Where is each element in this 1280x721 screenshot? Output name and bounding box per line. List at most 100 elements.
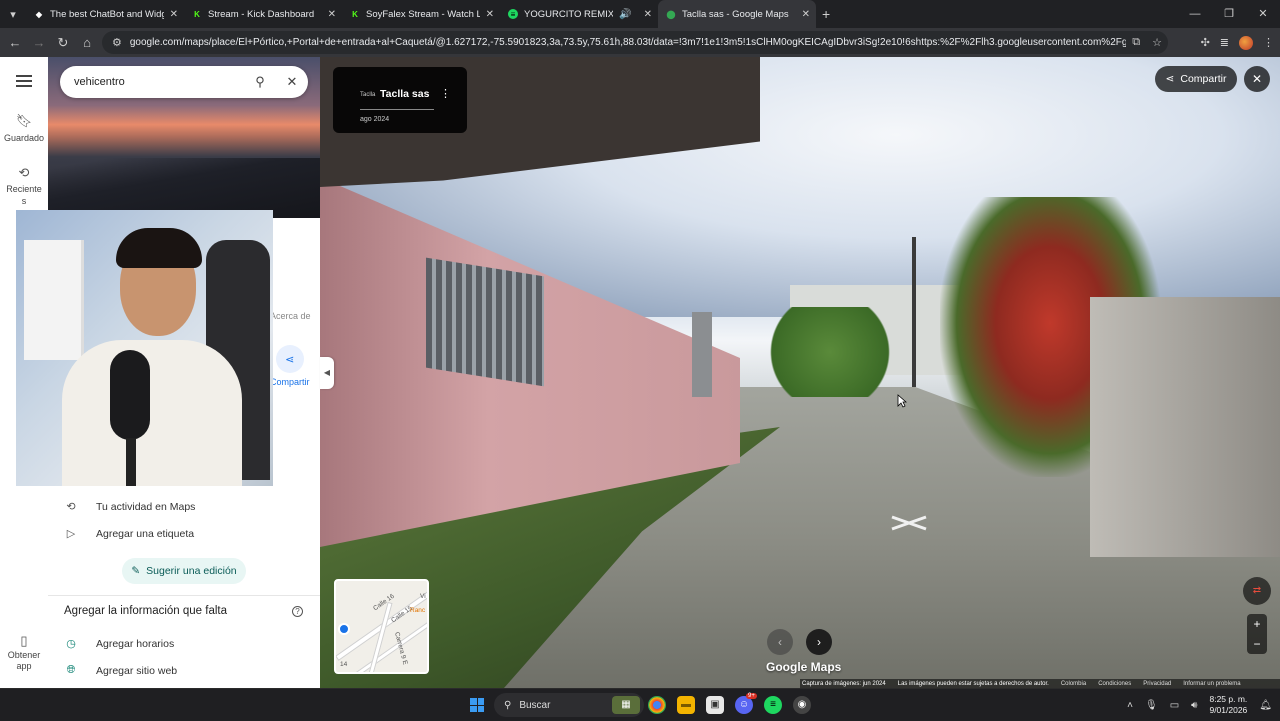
kick-icon: K [194, 9, 200, 19]
close-street-view-icon[interactable]: ✕ [1244, 66, 1270, 92]
notification-bell-icon[interactable]: 🔔︎ [1259, 700, 1272, 711]
rail-item-get-app[interactable]: ▯ Obtener app [0, 633, 48, 672]
row-maps-activity[interactable]: ⟲ Tu actividad en Maps [64, 500, 195, 514]
media-icon[interactable]: ≣ [1220, 36, 1229, 49]
place-title[interactable]: Taclla sas [380, 88, 429, 100]
bookmark-icon: 🔖︎ [15, 113, 33, 128]
capture-date[interactable]: ago 2024 [360, 116, 389, 123]
search-box[interactable]: vehicentro ⚲ ✕ [60, 66, 308, 98]
zoom-controls: + − [1247, 614, 1267, 654]
compass-icon[interactable]: ⇄ [1243, 577, 1271, 605]
back-icon[interactable]: ← [3, 35, 27, 50]
extensions-icon[interactable]: ✣ [1201, 36, 1210, 49]
more-options-icon[interactable]: ⋮ [440, 87, 451, 100]
reload-icon[interactable]: ↻ [51, 35, 75, 51]
tab-search-icon[interactable]: ▾ [0, 0, 26, 28]
rail-item-recent[interactable]: ⟲ Recientes [0, 166, 48, 207]
row-add-hours[interactable]: ◷ Agregar horarios [64, 637, 175, 651]
close-tab-icon[interactable]: ✕ [644, 9, 652, 20]
previous-button[interactable]: ‹ [767, 629, 793, 655]
country-link[interactable]: Colombia [1061, 681, 1086, 687]
sv-move-arrow-icon[interactable] [890, 515, 928, 531]
row-label: Agregar horarios [96, 637, 175, 650]
close-window-icon[interactable]: ✕ [1246, 0, 1280, 28]
close-tab-icon[interactable]: ✕ [486, 9, 494, 20]
maps-icon: ⬤ [666, 9, 676, 19]
zoom-in-icon[interactable]: + [1247, 614, 1267, 634]
copyright-text: Las imágenes pueden estar sujetas a dere… [897, 680, 1049, 687]
sv-tree [760, 307, 900, 397]
restore-icon[interactable]: ❐ [1212, 0, 1246, 28]
share-button[interactable]: ⋖ Compartir [1155, 66, 1237, 92]
suggest-label: Sugerir una edición [146, 565, 237, 577]
label-icon: ▷ [66, 528, 76, 540]
site-info-icon[interactable]: ⚙ [112, 36, 122, 49]
file-explorer-icon[interactable]: ▬ [677, 696, 695, 714]
rail-item-saved[interactable]: 🔖︎ Guardado [0, 113, 48, 143]
close-tab-icon[interactable]: ✕ [170, 9, 178, 20]
hamburger-menu-icon[interactable] [16, 75, 32, 87]
chrome-icon[interactable] [648, 696, 666, 714]
share-place-button[interactable]: ⋖ Compartir [270, 345, 310, 387]
address-bar[interactable]: ⚙ google.com/maps/place/El+Pórtico,+Port… [102, 31, 1168, 54]
zoom-out-icon[interactable]: − [1247, 634, 1267, 654]
menu-icon[interactable]: ⋮ [1263, 36, 1274, 49]
mouse-cursor-icon [897, 394, 907, 408]
tab-chatbot[interactable]: ◆ The best ChatBot and Widgets ✕ [26, 0, 184, 28]
suggest-edit-button[interactable]: ✎ Sugerir una edición [122, 558, 246, 584]
collapse-panel-button[interactable]: ◀ [320, 357, 334, 389]
help-icon[interactable]: ? [292, 606, 303, 617]
tab-label: The best ChatBot and Widgets [50, 8, 164, 20]
home-icon[interactable]: ⌂ [75, 35, 99, 50]
chevron-up-icon[interactable]: ˄ [1127, 700, 1133, 711]
microphone-icon[interactable]: 🎙︎ [1145, 700, 1158, 711]
clock[interactable]: 8:25 p. m. 9/01/2026 [1209, 694, 1247, 716]
clear-search-icon[interactable]: ✕ [276, 74, 308, 90]
tab-kick-dashboard[interactable]: K Stream - Kick Dashboard ✕ [184, 0, 342, 28]
minimap-label: 14 [340, 661, 348, 668]
share-label: Compartir [270, 377, 310, 387]
sv-door [692, 312, 712, 397]
network-icon[interactable]: ▭ [1170, 700, 1179, 711]
place-info-card[interactable]: Taclla Taclla sas ⋮ ago 2024 [333, 67, 467, 133]
windows-start-icon[interactable] [470, 698, 484, 712]
speaker-icon[interactable]: 🔊 [619, 9, 631, 20]
tab-about[interactable]: Acerca de [270, 311, 311, 321]
forward-icon[interactable]: → [27, 35, 51, 50]
tab-spotify[interactable]: ≡ YOGURCITO REMIX (feat. K 🔊 ✕ [500, 0, 658, 28]
phone-icon: ▯ [20, 633, 28, 648]
globe-icon: 🌐︎ [66, 664, 76, 676]
maps-content: 🔖︎ Guardado ⟲ Recientes ▯ Obtener app ve… [0, 57, 1280, 688]
share-icon: ⋖ [275, 345, 304, 373]
close-tab-icon[interactable]: ✕ [328, 9, 336, 20]
webcam-mic-stand [126, 438, 136, 486]
divider [360, 109, 434, 110]
install-app-icon[interactable]: ⧉ [1132, 36, 1140, 49]
close-tab-icon[interactable]: ✕ [802, 9, 810, 20]
browser-toolbar: ← → ↻ ⌂ ⚙ google.com/maps/place/El+Pórti… [0, 28, 1280, 57]
privacy-link[interactable]: Privacidad [1143, 681, 1171, 687]
search-icon[interactable]: ⚲ [244, 74, 276, 90]
minimize-icon[interactable]: — [1178, 0, 1212, 28]
avatar[interactable] [1239, 35, 1253, 50]
tab-kick-stream[interactable]: K SoyFalex Stream - Watch Live o ✕ [342, 0, 500, 28]
tab-google-maps[interactable]: ⬤ Taclla sas - Google Maps ✕ [658, 0, 816, 28]
place-logo: Taclla [360, 92, 376, 98]
volume-icon[interactable]: 🔊︎ [1191, 700, 1197, 711]
taskbar-search-label: Buscar [519, 699, 551, 711]
street-view-panorama[interactable] [320, 57, 1280, 688]
search-input[interactable]: vehicentro [74, 76, 244, 88]
minimap[interactable]: Calle 16 Calle 15 Carrera 9 E Ranc Vi 14 [334, 579, 429, 674]
bookmark-star-icon[interactable]: ☆ [1152, 36, 1162, 49]
terms-link[interactable]: Condiciones [1098, 681, 1131, 687]
next-button[interactable]: › [806, 629, 832, 655]
row-add-website[interactable]: 🌐︎ Agregar sitio web [64, 664, 178, 677]
store-icon[interactable]: ▣ [706, 696, 724, 714]
new-tab-button[interactable]: + [822, 6, 830, 22]
spotify-icon[interactable]: ≡ [764, 696, 782, 714]
report-problem-link[interactable]: Informar un problema [1183, 681, 1240, 687]
widgets-icon[interactable]: ▦ [612, 696, 640, 714]
webcam-shelf [24, 240, 84, 360]
row-add-label[interactable]: ▷ Agregar una etiqueta [64, 527, 194, 541]
obs-icon[interactable]: ◉ [793, 696, 811, 714]
